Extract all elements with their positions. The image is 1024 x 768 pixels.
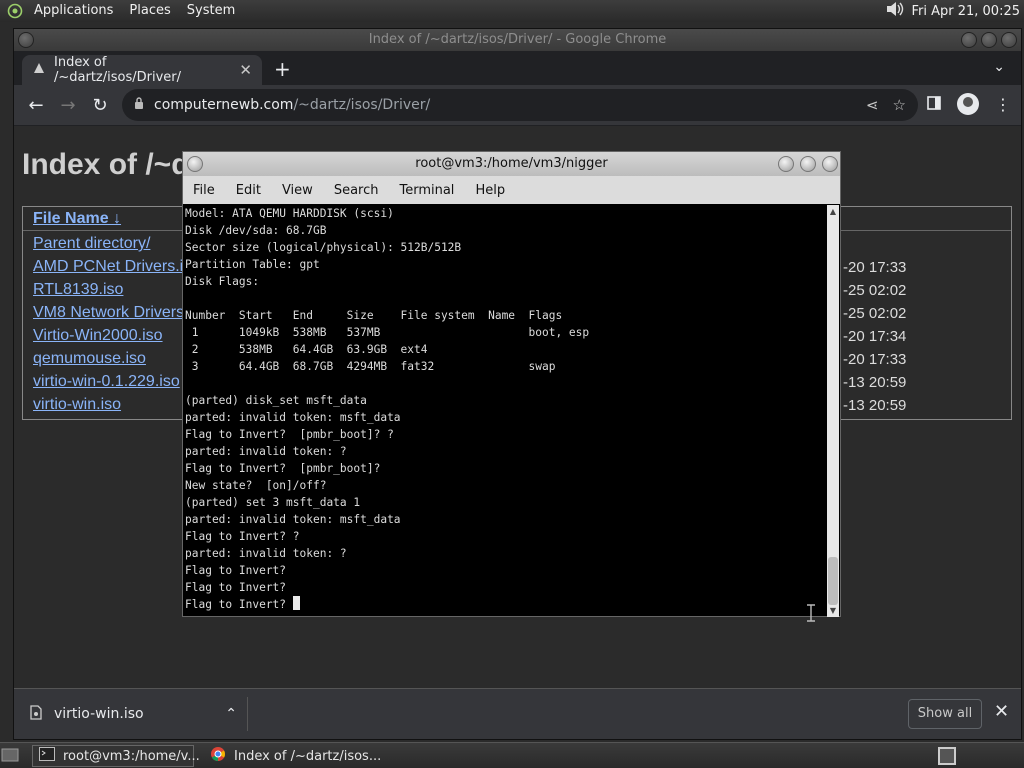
chevron-up-icon[interactable]: ⌃: [225, 706, 237, 722]
terminal-titlebar[interactable]: root@vm3:/home/vm3/nigger: [183, 152, 840, 176]
volume-icon[interactable]: [885, 0, 905, 22]
file-link[interactable]: Virtio-Win2000.iso: [33, 327, 163, 345]
address-bar[interactable]: computernewb.com/~dartz/isos/Driver/ ⋖ ☆: [122, 89, 918, 121]
tab-index[interactable]: Index of /~dartz/isos/Driver/ ✕: [22, 55, 262, 85]
url-path: /~dartz/isos/Driver/: [293, 97, 431, 113]
file-icon: [30, 704, 42, 724]
terminal-menu-edit[interactable]: Edit: [236, 183, 261, 198]
browser-toolbar: ← → ↻ computernewb.com/~dartz/isos/Drive…: [14, 85, 1021, 125]
side-panel-icon[interactable]: [927, 95, 941, 114]
show-all-button[interactable]: Show all: [908, 699, 982, 729]
reload-icon[interactable]: ↻: [84, 95, 116, 116]
download-filename: virtio-win.iso: [54, 706, 144, 722]
favicon-icon: [32, 61, 46, 79]
top-panel: Applications Places System Fri Apr 21, 0…: [0, 0, 1024, 22]
file-date: -13 20:59: [843, 374, 907, 391]
terminal-close-icon[interactable]: [822, 156, 838, 172]
taskbar-item-terminal[interactable]: root@vm3:/home/v...: [32, 745, 200, 767]
chrome-menu-icon[interactable]: ⋮: [995, 95, 1011, 114]
workspace-switcher-icon[interactable]: [938, 747, 956, 765]
taskbar-item-chrome[interactable]: Index of /~dartz/isos...: [204, 745, 390, 767]
clock[interactable]: Fri Apr 21, 00:25: [911, 4, 1020, 19]
file-date: -20 17:33: [843, 259, 907, 276]
scroll-down-icon[interactable]: ▼: [827, 606, 839, 615]
file-link[interactable]: qemumouse.iso: [33, 350, 146, 368]
close-icon[interactable]: [1001, 32, 1017, 48]
file-date: -13 20:59: [843, 397, 907, 414]
terminal-prompt: Flag to Invert?: [185, 598, 293, 611]
terminal-title: root@vm3:/home/vm3/nigger: [415, 156, 608, 171]
tab-strip: Index of /~dartz/isos/Driver/ ✕ + ⌄: [14, 51, 1021, 85]
file-date: -25 02:02: [843, 305, 907, 322]
forward-icon[interactable]: →: [52, 95, 84, 116]
terminal-cursor: [292, 596, 300, 610]
terminal-menu-search[interactable]: Search: [334, 183, 379, 198]
file-name-column-header[interactable]: File Name ↓: [33, 210, 121, 228]
gnome-foot-icon[interactable]: [4, 0, 26, 22]
menu-places[interactable]: Places: [121, 0, 178, 22]
scroll-up-icon[interactable]: ▲: [827, 207, 839, 216]
back-icon[interactable]: ←: [20, 95, 52, 116]
terminal-menubar: File Edit View Search Terminal Help: [183, 176, 840, 204]
chrome-icon: [210, 746, 226, 766]
menu-applications[interactable]: Applications: [26, 0, 121, 22]
chrome-titlebar[interactable]: Index of /~dartz/isos/Driver/ - Google C…: [14, 29, 1021, 51]
maximize-icon[interactable]: [981, 32, 997, 48]
terminal-menu-terminal[interactable]: Terminal: [399, 183, 454, 198]
download-item[interactable]: virtio-win.iso ⌃: [30, 697, 248, 731]
terminal-scrollbar[interactable]: ▲ ▼: [827, 205, 839, 617]
show-desktop-icon[interactable]: [0, 746, 22, 766]
file-date: -20 17:33: [843, 351, 907, 368]
new-tab-icon[interactable]: +: [274, 57, 291, 81]
terminal-menu-view[interactable]: View: [282, 183, 313, 198]
file-link[interactable]: RTL8139.iso: [33, 281, 123, 299]
bottom-taskbar: root@vm3:/home/v... Index of /~dartz/iso…: [0, 742, 1024, 768]
terminal-maximize-icon[interactable]: [800, 156, 816, 172]
file-date: -25 02:02: [843, 282, 907, 299]
file-date: -20 17:34: [843, 328, 907, 345]
url-host: computernewb.com: [154, 97, 294, 113]
file-link[interactable]: AMD PCNet Drivers.iso: [33, 258, 200, 276]
download-bar-close-icon[interactable]: ✕: [994, 701, 1009, 722]
download-bar: virtio-win.iso ⌃ Show all ✕: [14, 688, 1021, 739]
terminal-window: root@vm3:/home/vm3/nigger File Edit View…: [182, 151, 841, 617]
terminal-output[interactable]: Model: ATA QEMU HARDDISK (scsi) Disk /de…: [185, 205, 826, 617]
parent-directory-link[interactable]: Parent directory/: [33, 235, 150, 253]
terminal-menu-file[interactable]: File: [193, 183, 215, 198]
tab-search-chevron-icon[interactable]: ⌄: [993, 59, 1005, 75]
chrome-window-title: Index of /~dartz/isos/Driver/ - Google C…: [368, 32, 667, 47]
taskbar-item-label: root@vm3:/home/v...: [63, 748, 200, 764]
menu-system[interactable]: System: [179, 0, 243, 22]
bookmark-star-icon[interactable]: ☆: [893, 96, 906, 114]
file-link[interactable]: virtio-win.iso: [33, 396, 121, 414]
terminal-text: Model: ATA QEMU HARDDISK (scsi) Disk /de…: [185, 207, 590, 611]
tab-title: Index of /~dartz/isos/Driver/: [54, 55, 182, 85]
terminal-window-menu-icon[interactable]: [187, 156, 203, 172]
file-link[interactable]: virtio-win-0.1.229.iso: [33, 373, 180, 391]
window-menu-icon[interactable]: [18, 32, 34, 48]
terminal-minimize-icon[interactable]: [778, 156, 794, 172]
profile-avatar-icon[interactable]: [957, 93, 979, 115]
terminal-icon: [39, 747, 55, 765]
tab-close-icon[interactable]: ✕: [239, 61, 252, 79]
share-icon[interactable]: ⋖: [866, 96, 879, 114]
taskbar-item-label: Index of /~dartz/isos...: [234, 748, 382, 764]
minimize-icon[interactable]: [961, 32, 977, 48]
scrollbar-thumb[interactable]: [828, 557, 838, 605]
lock-icon[interactable]: [134, 97, 144, 113]
text-cursor-icon: [806, 604, 816, 626]
terminal-menu-help[interactable]: Help: [475, 183, 505, 198]
